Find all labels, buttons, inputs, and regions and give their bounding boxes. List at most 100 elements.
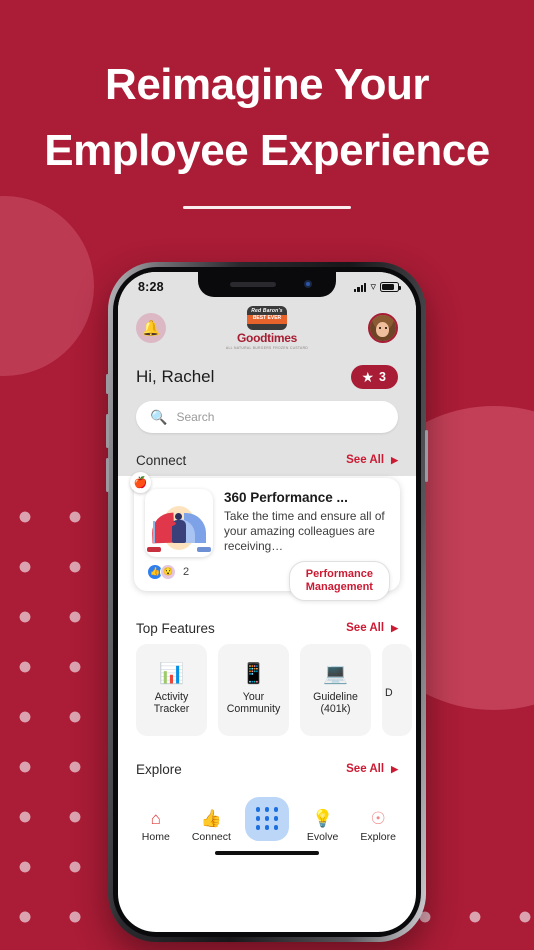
avatar-eyes [378,327,388,330]
feature-card-partial[interactable]: D [382,643,412,736]
person-head [174,512,182,520]
see-all-label: See All [346,454,385,467]
nav-label: Explore [360,830,396,843]
points-badge[interactable]: ★ 3 [351,364,398,389]
nav-item-connect[interactable]: 👍 Connect [185,810,237,843]
front-camera [304,280,312,288]
points-count: 3 [379,369,386,384]
chevron-right-icon: ▶ [391,454,398,465]
feature-label: Guideline (401k) [313,691,358,716]
feature-card-guideline-401k[interactable]: 💻 Guideline (401k) [300,643,371,736]
nav-label: Connect [191,830,231,843]
thumbs-up-icon: 👍 [200,808,222,828]
see-all-explore[interactable]: See All ▶ [346,763,398,775]
brand-tagline: ALL NATURAL BURGERS FROZEN CUSTARD [225,346,309,350]
reaction-row[interactable]: 👍 😯 2 [145,563,213,580]
performance-gauge-illustration [145,488,213,557]
apps-grid-icon [244,796,289,841]
hero-line-1: Reimagine Your [105,60,429,109]
home-icon: ⌂ [150,808,161,828]
wow-reaction-icon: 😯 [160,563,176,580]
app-header-row: 🔔 Red Baron's BEST EVER Goodtimes ALL NA… [136,306,398,351]
see-all-top-features[interactable]: See All ▶ [346,622,398,634]
feature-label-line2: (401k) [320,703,351,716]
nav-item-evolve[interactable]: 💡 Evolve [297,810,349,843]
feature-label-line2: Community [226,703,281,716]
connect-card-wrapper: 🍎 👍 😯 2 360 Performance ... Take the tim… [118,471,416,601]
section-title-explore: Explore [136,761,182,777]
power-button[interactable] [425,430,428,482]
search-icon: 🔍 [150,408,168,425]
gauge-label-left [147,546,161,552]
greeting-row: Hi, Rachel ★ 3 [136,364,398,389]
see-all-label: See All [346,622,385,635]
apps-grid-dots [255,807,279,831]
earpiece-speaker [230,282,276,287]
brand-mark-mid: BEST EVER [252,315,282,321]
wifi-icon: ▿ [370,280,376,293]
volume-up-button[interactable] [106,414,109,448]
connect-card-tag-line2: Management [305,580,373,593]
your-community-icon: 📱 [241,662,266,685]
feature-label: Activity Tracker [154,691,190,716]
hero-divider [183,206,351,209]
search-bar[interactable]: 🔍 [136,400,398,433]
greeting-text: Hi, Rachel [136,366,215,386]
status-icons: ▿ [353,280,401,293]
top-features-row: 📊 Activity Tracker 📱 Your Community 💻 Guid… [118,643,416,736]
volume-down-button[interactable] [106,458,109,492]
see-all-label: See All [346,763,385,776]
section-title-connect: Connect [136,452,187,468]
nav-item-home[interactable]: ⌂ Home [130,810,182,843]
reaction-count: 2 [183,565,190,578]
status-time: 8:28 [138,280,164,294]
phone-screen: 8:28 ▿ 🔔 Red Baron's BEST EVER Goodtimes [118,272,416,932]
chevron-right-icon: ▶ [391,763,398,774]
section-header-connect: Connect See All ▶ [118,442,416,476]
lightbulb-icon: 💡 [311,808,334,828]
home-indicator[interactable] [215,850,319,855]
connect-card-tag[interactable]: Performance Management [288,560,390,601]
app-content: Connect See All ▶ 🍎 👍 😯 2 360 Performanc… [118,442,416,857]
star-icon: ★ [361,368,375,385]
nav-item-apps[interactable] [241,796,293,843]
cellular-signal-icon [353,282,367,292]
connect-card[interactable]: 🍎 👍 😯 2 360 Performance ... Take the tim… [130,471,400,601]
chevron-right-icon: ▶ [391,622,398,633]
compass-icon: ☉ [370,808,386,828]
nav-label: Home [141,830,170,843]
battery-icon [380,282,401,292]
bottom-navigation: ⌂ Home 👍 Connect 💡 Evolve ☉ Explore [118,786,416,857]
brand-name: Goodtimes [237,331,297,345]
feature-label-line1: Activity [154,690,189,703]
search-input[interactable] [176,409,384,424]
avatar[interactable] [367,313,398,344]
decor-circle-left [0,196,94,376]
gauge-person [167,512,186,543]
bell-icon[interactable]: 🔔 [136,313,166,344]
brand-mark-top: Red Baron's [251,308,283,314]
gauge-plant [149,520,159,543]
hero-headline: Reimagine Your Employee Experience [0,52,534,209]
feature-card-your-community[interactable]: 📱 Your Community [218,643,289,736]
section-header-top-features: Top Features See All ▶ [118,595,416,644]
phone-notch [198,272,336,297]
gauge-label-right [197,546,211,552]
brand-mark-icon: Red Baron's BEST EVER [246,306,287,330]
see-all-connect[interactable]: See All ▶ [346,454,398,466]
connect-card-title: 360 Performance ... [224,489,348,505]
brand-logo: Red Baron's BEST EVER Goodtimes ALL NATU… [226,306,308,351]
feature-label: Your Community [227,691,281,716]
silent-switch[interactable] [106,374,109,394]
section-title-top-features: Top Features [136,620,215,636]
apple-icon: 🍎 [130,471,151,493]
guideline-401k-icon: 💻 [323,662,348,685]
nav-item-explore[interactable]: ☉ Explore [352,810,404,843]
app-header: 🔔 Red Baron's BEST EVER Goodtimes ALL NA… [118,302,416,443]
section-header-explore: Explore See All ▶ [118,736,416,787]
nav-label: Evolve [306,830,339,843]
feature-label-line1: Guideline [313,690,358,703]
feature-card-activity-tracker[interactable]: 📊 Activity Tracker [136,643,207,736]
hero-line-2: Employee Experience [44,126,490,175]
feature-label-line1: Your [242,690,265,703]
